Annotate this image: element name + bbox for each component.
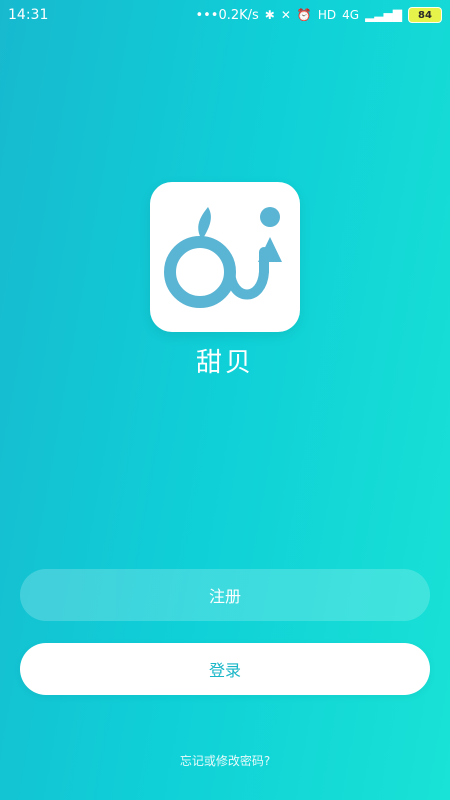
- login-button[interactable]: 登录: [20, 643, 430, 695]
- alarm-icon: ⏰: [296, 8, 312, 22]
- status-icons: •••0.2K/s ✱ ✕ ⏰ HD 4G ▂▃▅▇ 84: [195, 7, 442, 23]
- status-time: 14:31: [8, 7, 49, 23]
- network-type: 4G: [342, 8, 360, 22]
- hd-icon: HD: [317, 8, 337, 22]
- network-speed: •••0.2K/s: [195, 7, 259, 23]
- app-name: 甜贝: [195, 348, 254, 378]
- forgot-password-link[interactable]: 忘记或修改密码?: [0, 752, 450, 769]
- signal-icon: ▂▃▅▇: [365, 8, 402, 22]
- register-button[interactable]: 注册: [20, 569, 430, 621]
- battery-icon: 84: [408, 7, 442, 23]
- app-logo: [150, 182, 300, 332]
- status-bar: 14:31 •••0.2K/s ✱ ✕ ⏰ HD 4G ▂▃▅▇ 84: [0, 0, 450, 30]
- bluetooth-icon: ✱: [264, 8, 275, 22]
- mute-icon: ✕: [280, 8, 291, 22]
- app-logo-graphic: [164, 207, 282, 308]
